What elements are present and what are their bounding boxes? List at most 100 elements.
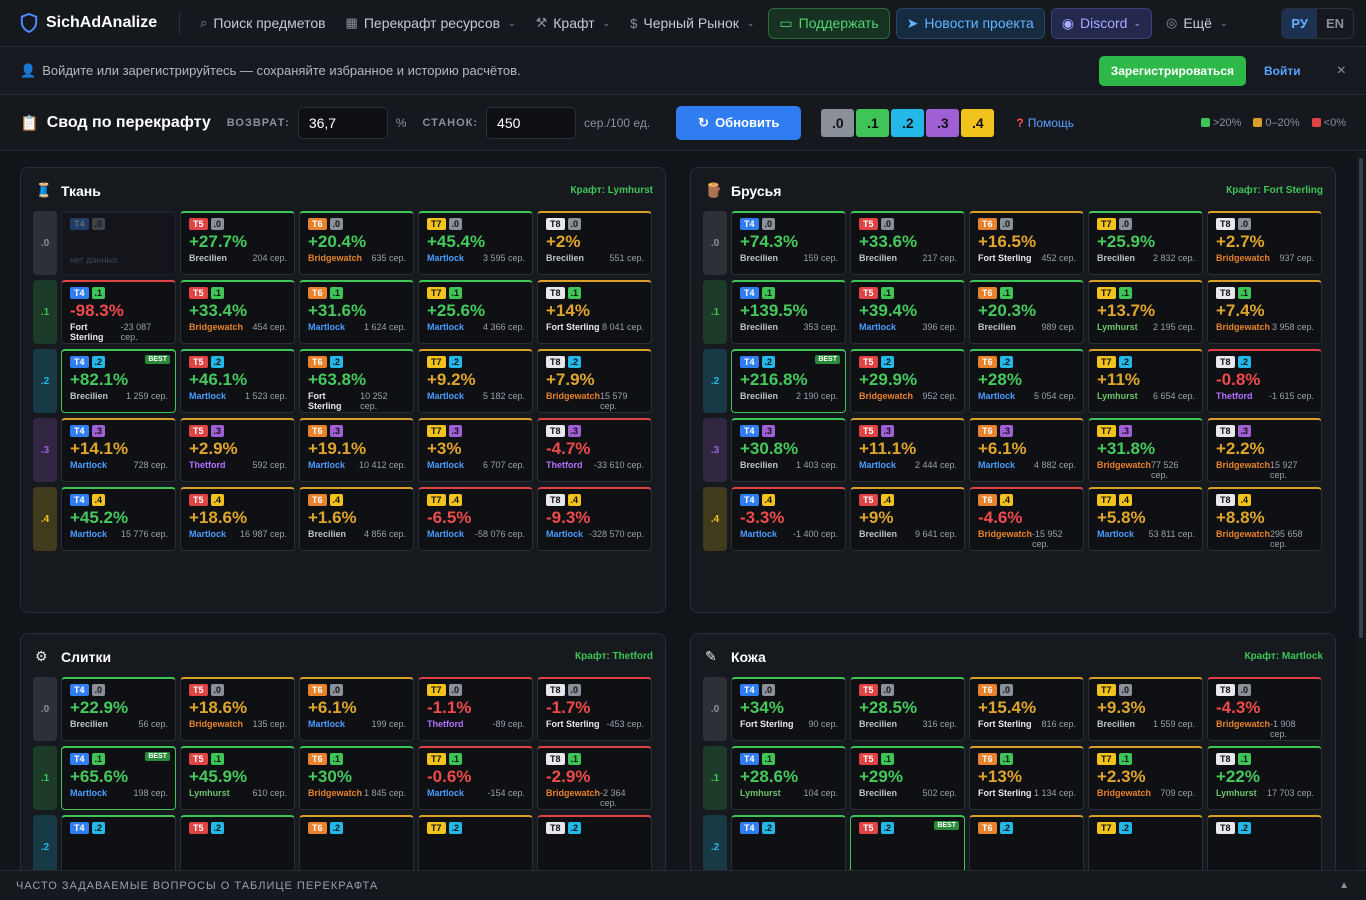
refine-cell[interactable]: T6.0 +20.4% Bridgewatch 635 сер.	[299, 211, 414, 275]
enchant-filter-0[interactable]: .0	[821, 108, 855, 137]
refine-cell[interactable]: T4.1 +28.6% Lymhurst 104 сер.	[731, 746, 846, 810]
refine-cell[interactable]: T7.2	[1088, 815, 1203, 870]
refine-cell[interactable]: T5.2	[180, 815, 295, 870]
refine-cell[interactable]: T6.2	[969, 815, 1084, 870]
refine-cell[interactable]: T4.1 +139.5% Brecilien 353 сер.	[731, 280, 846, 344]
refine-cell[interactable]: T5.1 +45.9% Lymhurst 610 сер.	[180, 746, 295, 810]
refine-cell[interactable]: T4.4 +45.2% Martlock 15 776 сер.	[61, 487, 176, 551]
refine-cell[interactable]: T5.1 +29% Brecilien 502 сер.	[850, 746, 965, 810]
brand-logo[interactable]: SichAdAnalize	[20, 13, 157, 33]
refine-cell[interactable]: T8.2	[537, 815, 652, 870]
refine-cell[interactable]: T8.3 +2.2% Bridgewatch 15 927 сер.	[1207, 418, 1322, 482]
refine-cell[interactable]: T8.0 +2% Brecilien 551 сер.	[537, 211, 652, 275]
refine-cell[interactable]: T8.1 +7.4% Bridgewatch 3 958 сер.	[1207, 280, 1322, 344]
refine-cell[interactable]: T5.2 +29.9% Bridgewatch 952 сер.	[850, 349, 965, 413]
refine-cell[interactable]: T6.2 +63.8% Fort Sterling 10 252 сер.	[299, 349, 414, 413]
refine-cell[interactable]: T4.3 +14.1% Martlock 728 сер.	[61, 418, 176, 482]
refine-cell[interactable]: T6.0 +16.5% Fort Sterling 452 сер.	[969, 211, 1084, 275]
refine-cell[interactable]: T4.0 +22.9% Brecilien 56 сер.	[61, 677, 176, 741]
refine-cell[interactable]: T8.2 +7.9% Bridgewatch 15 579 сер.	[537, 349, 652, 413]
lang-ru[interactable]: РУ	[1282, 8, 1317, 38]
refine-cell[interactable]: T8.1 +22% Lymhurst 17 703 сер.	[1207, 746, 1322, 810]
refine-cell[interactable]: T5.3 +11.1% Martlock 2 444 сер.	[850, 418, 965, 482]
more-menu[interactable]: ◎ Ещё ⌄	[1158, 9, 1236, 37]
enchant-filter-2[interactable]: .2	[891, 108, 925, 137]
nav-item[interactable]: ⚒ Крафт ⌄	[528, 9, 619, 37]
refine-cell[interactable]: T8.0 +2.7% Bridgewatch 937 сер.	[1207, 211, 1322, 275]
refine-cell[interactable]: T5.3 +2.9% Thetford 592 сер.	[180, 418, 295, 482]
refine-cell[interactable]: T6.1 +31.6% Martlock 1 624 сер.	[299, 280, 414, 344]
nav-item[interactable]: ▦ Перекрафт ресурсов ⌄	[338, 9, 524, 37]
refine-cell[interactable]: T7.0 +9.3% Brecilien 1 559 сер.	[1088, 677, 1203, 741]
refine-cell[interactable]: T7.2 +11% Lymhurst 6 654 сер.	[1088, 349, 1203, 413]
register-button[interactable]: Зарегистрироваться	[1098, 55, 1247, 86]
refine-cell[interactable]: T6.1 +13% Fort Sterling 1 134 сер.	[969, 746, 1084, 810]
refine-cell[interactable]: T7.3 +3% Martlock 6 707 сер.	[418, 418, 533, 482]
scrollbar-thumb[interactable]	[1359, 158, 1363, 638]
refine-cell[interactable]: T8.3 -4.7% Thetford -33 610 сер.	[537, 418, 652, 482]
refine-cell[interactable]: T6.1 +30% Bridgewatch 1 845 сер.	[299, 746, 414, 810]
refine-cell[interactable]: T7.1 +25.6% Martlock 4 366 сер.	[418, 280, 533, 344]
refine-cell[interactable]: T7.4 +5.8% Martlock 53 811 сер.	[1088, 487, 1203, 551]
refine-cell[interactable]: T8.0 -1.7% Fort Sterling -453 сер.	[537, 677, 652, 741]
refine-cell[interactable]: T5.0 +33.6% Brecilien 217 сер.	[850, 211, 965, 275]
refine-cell[interactable]: T7.1 +2.3% Bridgewatch 709 сер.	[1088, 746, 1203, 810]
refine-cell[interactable]: T5.2 +46.1% Martlock 1 523 сер.	[180, 349, 295, 413]
login-button[interactable]: Войти	[1264, 64, 1301, 78]
refine-cell[interactable]: T5.4 +18.6% Martlock 16 987 сер.	[180, 487, 295, 551]
refine-cell[interactable]: T7.1 -0.6% Martlock -154 сер.	[418, 746, 533, 810]
refine-cell[interactable]: T6.4 -4.6% Bridgewatch -15 952 сер.	[969, 487, 1084, 551]
refine-cell[interactable]: T7.0 -1.1% Thetford -89 сер.	[418, 677, 533, 741]
refine-cell[interactable]: T8.4 +8.8% Bridgewatch 295 658 сер.	[1207, 487, 1322, 551]
refine-cell[interactable]: T6.0 +15.4% Fort Sterling 816 сер.	[969, 677, 1084, 741]
refine-cell[interactable]: T8.1 +14% Fort Sterling 8 041 сер.	[537, 280, 652, 344]
refine-cell[interactable]: T8.2	[1207, 815, 1322, 870]
refine-cell[interactable]: T6.2	[299, 815, 414, 870]
refine-cell[interactable]: T8.2 -0.8% Thetford -1 615 сер.	[1207, 349, 1322, 413]
refine-cell[interactable]: T7.2 +9.2% Martlock 5 182 сер.	[418, 349, 533, 413]
refine-cell[interactable]: T8.0 -4.3% Bridgewatch -1 908 сер.	[1207, 677, 1322, 741]
refine-cell[interactable]: T7.0 +45.4% Martlock 3 595 сер.	[418, 211, 533, 275]
refine-cell[interactable]: T4.0 +34% Fort Sterling 90 сер.	[731, 677, 846, 741]
refine-cell[interactable]: T5.0 +18.6% Bridgewatch 135 сер.	[180, 677, 295, 741]
refine-cell[interactable]: T7.2	[418, 815, 533, 870]
refine-cell[interactable]: T6.4 +1.6% Brecilien 4 856 сер.	[299, 487, 414, 551]
faq-bar[interactable]: ЧАСТО ЗАДАВАЕМЫЕ ВОПРОСЫ О ТАБЛИЦЕ ПЕРЕК…	[0, 870, 1366, 900]
refine-cell[interactable]: T4.1 -98.3% Fort Sterling -23 087 сер.	[61, 280, 176, 344]
refine-cell[interactable]: T5.1 +33.4% Bridgewatch 454 сер.	[180, 280, 295, 344]
scrollbar[interactable]	[1356, 152, 1366, 870]
refine-cell[interactable]: T7.0 +25.9% Brecilien 2 832 сер.	[1088, 211, 1203, 275]
refine-cell[interactable]: T4.2	[731, 815, 846, 870]
station-input[interactable]	[486, 106, 577, 139]
refine-cell[interactable]: T4.1 BEST +65.6% Martlock 198 сер.	[61, 746, 176, 810]
refresh-button[interactable]: ↻ Обновить	[676, 105, 802, 140]
refine-cell[interactable]: T6.3 +19.1% Martlock 10 412 сер.	[299, 418, 414, 482]
enchant-filter-3[interactable]: .3	[926, 108, 960, 137]
refine-cell[interactable]: T4.0 нет данных	[61, 211, 176, 275]
refine-cell[interactable]: T6.2 +28% Martlock 5 054 сер.	[969, 349, 1084, 413]
lang-en[interactable]: EN	[1317, 9, 1353, 38]
refine-cell[interactable]: T8.4 -9.3% Martlock -328 570 сер.	[537, 487, 652, 551]
enchant-filter-1[interactable]: .1	[856, 108, 890, 137]
refine-cell[interactable]: T5.0 +28.5% Brecilien 316 сер.	[850, 677, 965, 741]
help-link[interactable]: ? Помощь	[1016, 116, 1074, 130]
refine-cell[interactable]: T5.4 +9% Brecilien 9 641 сер.	[850, 487, 965, 551]
enchant-filter-4[interactable]: .4	[961, 108, 995, 137]
refine-cell[interactable]: T7.1 +13.7% Lymhurst 2 195 сер.	[1088, 280, 1203, 344]
nav-item[interactable]: ⌕ Поиск предметов	[192, 9, 333, 37]
refine-cell[interactable]: T7.3 +31.8% Bridgewatch 77 526 сер.	[1088, 418, 1203, 482]
refine-cell[interactable]: T7.4 -6.5% Martlock -58 076 сер.	[418, 487, 533, 551]
refine-cell[interactable]: T4.3 +30.8% Brecilien 1 403 сер.	[731, 418, 846, 482]
news-button[interactable]: ➤ Новости проекта	[895, 7, 1045, 39]
refine-cell[interactable]: T8.1 -2.9% Bridgewatch -2 364 сер.	[537, 746, 652, 810]
return-input[interactable]	[297, 106, 388, 139]
refine-cell[interactable]: T5.0 +27.7% Brecilien 204 сер.	[180, 211, 295, 275]
refine-cell[interactable]: T6.0 +6.1% Martlock 199 сер.	[299, 677, 414, 741]
refine-cell[interactable]: T5.1 +39.4% Martlock 396 сер.	[850, 280, 965, 344]
refine-cell[interactable]: T4.2 BEST +216.8% Brecilien 2 190 сер.	[731, 349, 846, 413]
refine-cell[interactable]: T6.3 +6.1% Martlock 4 882 сер.	[969, 418, 1084, 482]
close-icon[interactable]: ×	[1337, 62, 1346, 80]
support-button[interactable]: ▭ Поддержать	[768, 7, 890, 39]
refine-cell[interactable]: T4.2 BEST +82.1% Brecilien 1 259 сер.	[61, 349, 176, 413]
discord-button[interactable]: ◉ Discord ⌄	[1050, 7, 1152, 39]
